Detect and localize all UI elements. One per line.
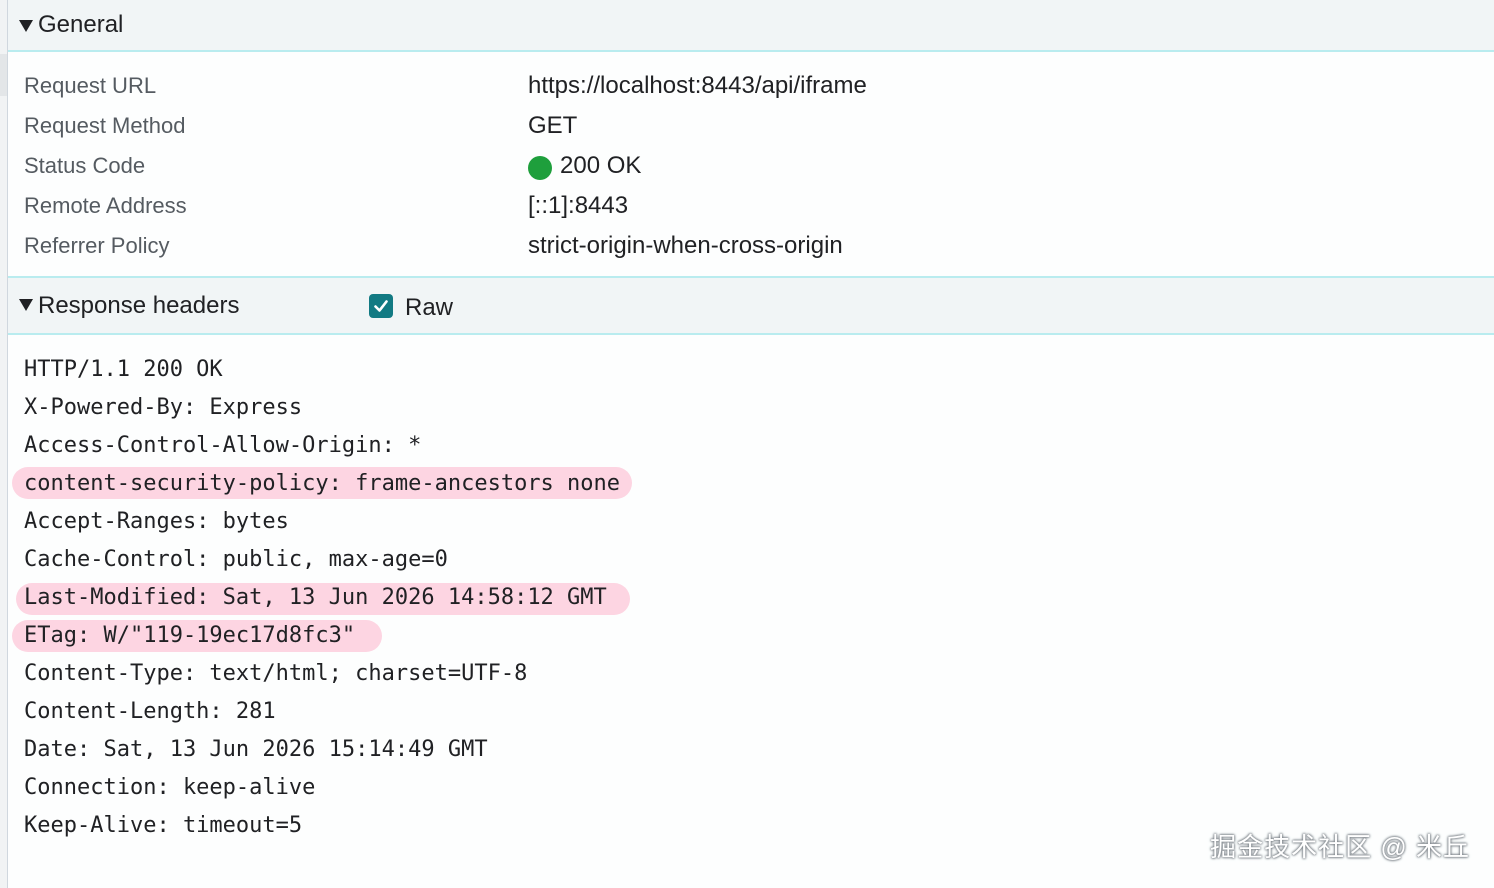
raw-label[interactable]: Raw (405, 294, 453, 322)
checkbox-checked-icon[interactable] (369, 294, 393, 318)
referrer-policy-value: strict-origin-when-cross-origin (528, 232, 843, 259)
status-code-value: 200 OK (560, 152, 642, 179)
request-method-value: GET (528, 112, 578, 139)
remote-address-value: [::1]:8443 (528, 192, 629, 219)
general-section-header[interactable]: General (8, 0, 1494, 52)
raw-header-line: Accept-Ranges: bytes (24, 509, 289, 534)
raw-header-line: HTTP/1.1 200 OK (24, 357, 223, 382)
request-url-key: Request URL (24, 73, 157, 98)
request-url-row: Request URL https://localhost:8443/api/i… (24, 64, 1484, 104)
raw-header-line: Connection: keep-alive (24, 775, 316, 800)
raw-header-line: Last-Modified: Sat, 13 Jun 2026 14:58:12… (24, 585, 607, 610)
request-method-key: Request Method (24, 113, 186, 138)
left-rail (0, 0, 8, 888)
raw-header-line: Content-Type: text/html; charset=UTF-8 (24, 661, 528, 686)
request-url-value[interactable]: https://localhost:8443/api/iframe (528, 72, 867, 100)
raw-header-line: Date: Sat, 13 Jun 2026 15:14:49 GMT (24, 737, 488, 762)
raw-header-line: Keep-Alive: timeout=5 (24, 813, 303, 838)
status-code-row: Status Code 200 OK (24, 144, 1484, 184)
referrer-policy-key: Referrer Policy (24, 233, 170, 258)
triangle-down-icon[interactable] (19, 299, 33, 311)
raw-header-line: Cache-Control: public, max-age=0 (24, 547, 448, 572)
general-title: General (38, 11, 124, 38)
raw-header-line: content-security-policy: frame-ancestors… (24, 471, 621, 496)
triangle-down-icon[interactable] (19, 20, 33, 32)
raw-header-line: Access-Control-Allow-Origin: * (24, 433, 422, 458)
status-code-key: Status Code (24, 153, 146, 178)
response-headers-title: Response headers (38, 292, 240, 319)
checkmark-icon (374, 300, 388, 312)
remote-address-row: Remote Address [::1]:8443 (24, 184, 1484, 224)
request-method-row: Request Method GET (24, 104, 1484, 144)
referrer-policy-row: Referrer Policy strict-origin-when-cross… (24, 224, 1484, 264)
watermark: 掘金技术社区 @ 米丘 (1210, 832, 1470, 862)
remote-address-key: Remote Address (24, 193, 187, 218)
raw-header-line: X-Powered-By: Express (24, 395, 303, 420)
left-rail-marker (0, 54, 7, 96)
status-dot-icon (528, 156, 552, 180)
response-headers-section-header[interactable]: Response headers Raw (8, 276, 1494, 335)
raw-header-line: ETag: W/"119-19ec17d8fc3" (24, 623, 356, 648)
raw-header-line: Content-Length: 281 (24, 699, 276, 724)
headers-panel: General Request URL https://localhost:84… (8, 0, 1494, 888)
